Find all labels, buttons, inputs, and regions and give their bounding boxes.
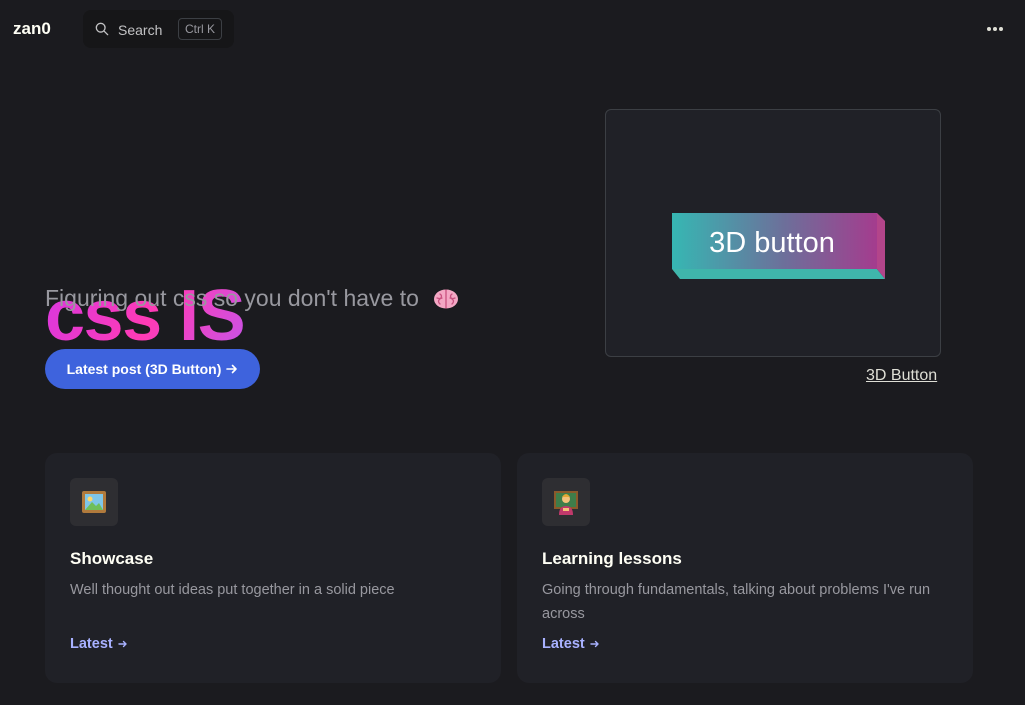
top-nav: zan0 Search Ctrl K — [0, 0, 1025, 60]
card-learning-lessons[interactable]: Learning lessons Going through fundament… — [517, 453, 973, 683]
card-latest-link[interactable]: Latest — [70, 636, 128, 652]
3d-button-text: 3D button — [709, 227, 835, 259]
site-brand[interactable]: zan0 — [13, 19, 51, 39]
arrow-right-icon — [226, 364, 238, 374]
tagline-text: Figuring out css so you don't have to — [45, 285, 419, 311]
framed-picture-icon — [70, 478, 118, 526]
card-latest-label: Latest — [542, 636, 585, 652]
3d-button-demo[interactable]: 3D button — [672, 213, 885, 279]
post-preview[interactable]: 3D button — [605, 109, 941, 357]
teacher-icon — [542, 478, 590, 526]
arrow-right-icon — [118, 640, 127, 648]
latest-post-button[interactable]: Latest post (3D Button) — [45, 349, 260, 389]
card-latest-link[interactable]: Latest — [542, 636, 600, 652]
ellipsis-icon[interactable] — [985, 22, 1005, 36]
preview-caption-link[interactable]: 3D Button — [866, 367, 937, 385]
search-button[interactable]: Search Ctrl K — [83, 10, 234, 48]
search-icon — [95, 22, 109, 36]
card-title: Learning lessons — [542, 549, 682, 568]
card-showcase[interactable]: Showcase Well thought out ideas put toge… — [45, 453, 501, 683]
card-description: Going through fundamentals, talking abou… — [542, 582, 931, 622]
arrow-right-icon — [590, 640, 599, 648]
latest-post-label: Latest post (3D Button) — [66, 361, 222, 377]
brain-icon — [434, 289, 459, 309]
search-label: Search — [118, 22, 163, 38]
search-shortcut: Ctrl K — [178, 18, 222, 40]
card-latest-label: Latest — [70, 636, 113, 652]
card-title: Showcase — [70, 549, 154, 568]
hero-tagline: Figuring out css so you don't have to — [45, 285, 459, 312]
card-description: Well thought out ideas put together in a… — [70, 582, 395, 598]
